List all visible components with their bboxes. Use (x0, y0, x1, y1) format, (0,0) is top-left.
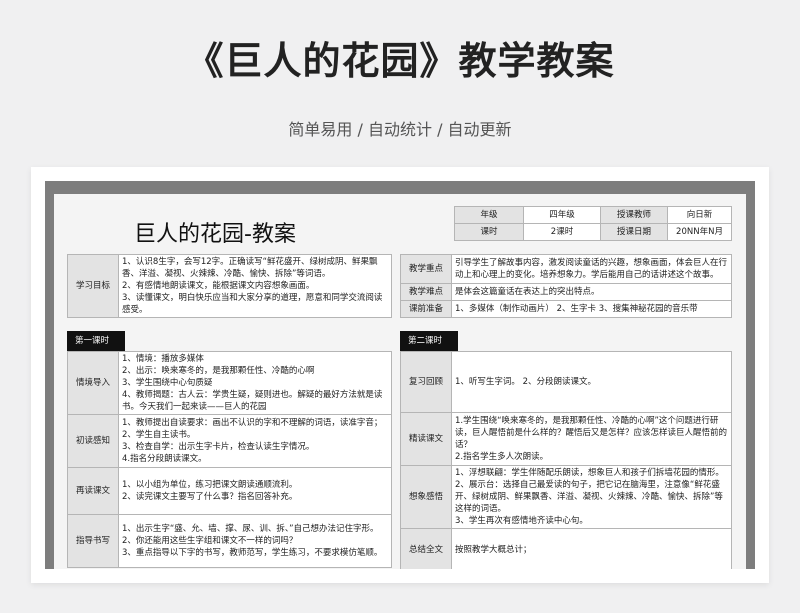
lesson1-header: 第一课时 (67, 331, 125, 351)
lesson1-row1-text: 1、情境：播放多媒体 2、出示：唤来寒冬的，是我那颗任性、冷酷的心啊 3、学生围… (118, 351, 392, 415)
hero-subtitle: 简单易用 / 自动统计 / 自动更新 (288, 120, 512, 139)
teacher-value: 向日新 (667, 206, 732, 224)
lesson2-table: 复习回顾 1、听写生字词。 2、分段朗读课文。 精读课文 1.学生围绕“唤来寒冬… (400, 351, 732, 569)
focus-table: 教学重点 引导学生了解故事内容，激发阅读童话的兴趣，想象画面，体会巨人在行动上和… (400, 254, 732, 318)
key-text: 引导学生了解故事内容，激发阅读童话的兴趣，想象画面，体会巨人在行动上和心理上的变… (451, 254, 732, 284)
preview-card: 巨人的花园-教案 年级 四年级 授课教师 向日新 课时 2课时 授课日期 20N… (31, 167, 769, 583)
hours-value: 2课时 (523, 223, 601, 241)
hours-label: 课时 (454, 223, 524, 241)
lesson1-table: 情境导入 1、情境：播放多媒体 2、出示：唤来寒冬的，是我那颗任性、冷酷的心啊 … (67, 351, 392, 568)
grade-label: 年级 (454, 206, 524, 224)
prep-label: 课前准备 (400, 300, 452, 318)
lesson2-row4-label: 总结全文 (400, 528, 452, 569)
lesson1-row4-text: 1、出示生字“盛、允、墙、撑、尿、训、拆、”自己想办法记住字形。 2、你还能用这… (118, 514, 392, 568)
prep-text: 1、多媒体（制作动画片） 2、生字卡 3、搜集神秘花园的音乐带 (451, 300, 732, 318)
hero-title: 《巨人的花园》教学教案 (185, 39, 615, 83)
lesson-plan-paper: 巨人的花园-教案 年级 四年级 授课教师 向日新 课时 2课时 授课日期 20N… (54, 194, 746, 569)
lesson1-row2-text: 1、教师提出自读要求：画出不认识的字和不理解的词语，读准字音； 2、学生自主读书… (118, 414, 392, 468)
difficulty-label: 教学难点 (400, 283, 452, 301)
lesson2-row3-text: 1、浮想联翩：学生伴随配乐朗读，想象巨人和孩子们拆墙花园的情形。 2、展示台：选… (451, 465, 732, 529)
grade-value: 四年级 (523, 206, 601, 224)
teacher-label: 授课教师 (600, 206, 668, 224)
lesson1-row1-label: 情境导入 (67, 351, 119, 415)
goals-text: 1、认识8生字，会写12字。正确读写“鲜花盛开、绿树成阴、鲜果飘香、洋溢、凝视、… (118, 254, 392, 318)
date-value: 20NN年N月 (667, 223, 732, 241)
doc-title: 巨人的花园-教案 (134, 222, 296, 247)
spreadsheet-preview: 巨人的花园-教案 年级 四年级 授课教师 向日新 课时 2课时 授课日期 20N… (45, 181, 755, 569)
lesson2-row4-text: 按照教学大概总计； (451, 528, 732, 569)
lesson2-row3-label: 想象感悟 (400, 465, 452, 529)
lesson2-row2-label: 精读课文 (400, 412, 452, 466)
lesson2-row2-text: 1.学生围绕“唤来寒冬的，是我那颗任性、冷酷的心啊”这个问题进行研读，巨人醒悟前… (451, 412, 732, 466)
lesson2-header: 第二课时 (400, 331, 458, 351)
lesson2-row1-label: 复习回顾 (400, 351, 452, 413)
date-label: 授课日期 (600, 223, 668, 241)
info-table: 年级 四年级 授课教师 向日新 课时 2课时 授课日期 20NN年N月 (454, 206, 732, 241)
goals-table: 学习目标 1、认识8生字，会写12字。正确读写“鲜花盛开、绿树成阴、鲜果飘香、洋… (67, 254, 392, 318)
key-label: 教学重点 (400, 254, 452, 284)
difficulty-text: 是体会这篇童话在表达上的突出特点。 (451, 283, 732, 301)
lesson1-row4-label: 指导书写 (67, 514, 119, 568)
lesson1-row2-label: 初读感知 (67, 414, 119, 468)
lesson1-row3-label: 再读课文 (67, 467, 119, 515)
lesson2-row1-text: 1、听写生字词。 2、分段朗读课文。 (451, 351, 732, 413)
lesson1-row3-text: 1、以小组为单位，练习把课文朗读通顺流利。 2、读完课文主要写了什么事？指名回答… (118, 467, 392, 515)
goals-label: 学习目标 (67, 254, 119, 318)
